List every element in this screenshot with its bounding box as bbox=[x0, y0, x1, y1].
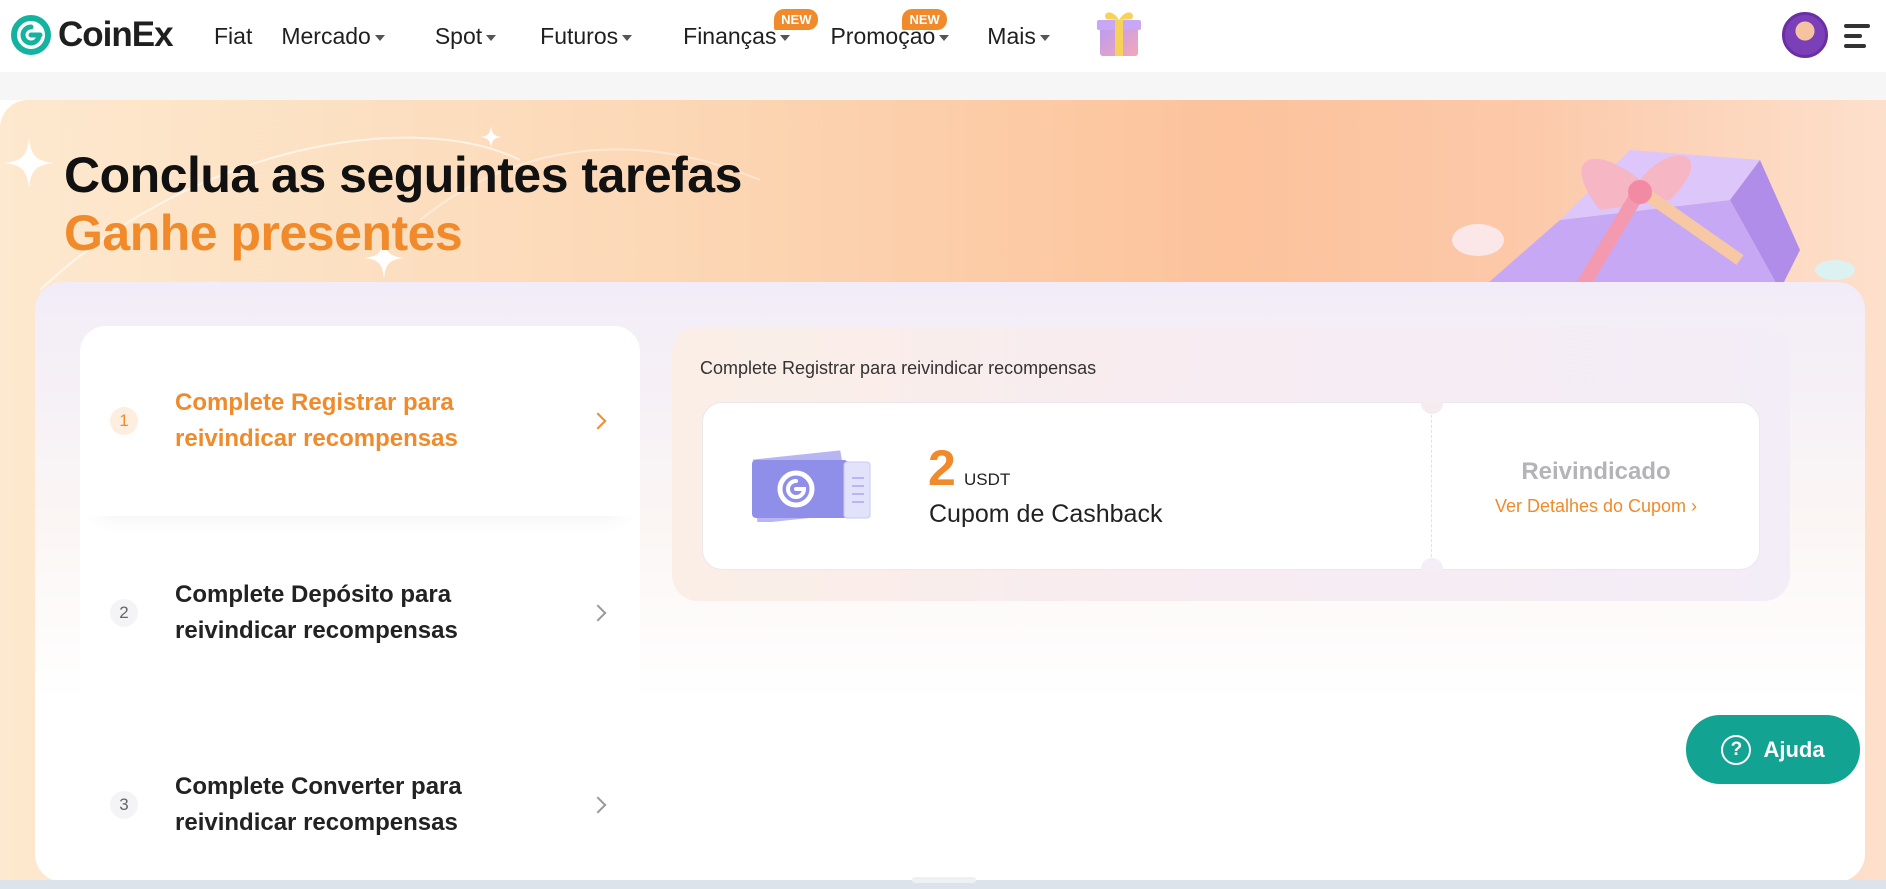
nav-label: Spot bbox=[434, 22, 483, 49]
hero-subtitle: Ganhe presentes bbox=[64, 205, 463, 261]
task-item-registrar[interactable]: 1 Complete Registrar para reivindicar re… bbox=[80, 326, 640, 516]
coupon-status: Reivindicado bbox=[1521, 458, 1671, 485]
gift-box-illustration bbox=[1452, 150, 1855, 290]
nav-label: Fiat bbox=[214, 22, 253, 49]
main-nav: Fiat Mercado Spot Futuros Finanças NEW P… bbox=[214, 8, 1050, 54]
chevron-right-icon bbox=[589, 796, 607, 814]
gift-icon[interactable] bbox=[1092, 6, 1146, 60]
task-label: Complete Depósito para reivindicar recom… bbox=[175, 581, 458, 644]
hamburger-menu-icon[interactable] bbox=[1844, 24, 1870, 48]
coupon-divider bbox=[1431, 410, 1432, 562]
new-badge: NEW bbox=[902, 8, 947, 30]
user-avatar[interactable] bbox=[1782, 12, 1828, 58]
caret-down-icon bbox=[374, 34, 385, 41]
caret-down-icon bbox=[1039, 34, 1050, 41]
nav-mercado[interactable]: Mercado bbox=[281, 22, 385, 50]
caret-down-icon bbox=[780, 34, 791, 41]
nav-promocao[interactable]: Promoção NEW bbox=[830, 8, 950, 50]
coupon-unit: USDT bbox=[964, 470, 1011, 489]
coupon-details-link[interactable]: Ver Detalhes do Cupom › bbox=[1433, 496, 1759, 517]
question-icon: ? bbox=[1721, 734, 1752, 765]
chevron-right-icon bbox=[589, 604, 607, 622]
nav-label: Mais bbox=[987, 22, 1036, 49]
coupon-amount: 2 bbox=[928, 440, 956, 496]
scrollbar-thumb[interactable] bbox=[912, 877, 976, 883]
sparkle-icon bbox=[480, 126, 502, 148]
nav-futuros[interactable]: Futuros bbox=[540, 22, 633, 50]
nav-spot[interactable]: Spot bbox=[434, 22, 497, 50]
hero-title: Conclua as seguintes tarefas bbox=[64, 147, 742, 203]
coupon-name: Cupom de Cashback bbox=[929, 500, 1163, 528]
coupon-ticket-icon bbox=[752, 450, 871, 522]
brand-name: CoinEx bbox=[58, 15, 174, 54]
task-label: Complete Registrar para reivindicar reco… bbox=[175, 389, 458, 452]
reward-detail-heading: Complete Registrar para reivindicar reco… bbox=[700, 358, 1097, 378]
caret-down-icon bbox=[939, 34, 950, 41]
task-item-converter[interactable]: 3 Complete Converter para reivindicar re… bbox=[80, 710, 640, 889]
task-number: 3 bbox=[110, 791, 138, 819]
nav-label: Futuros bbox=[540, 22, 619, 49]
nav-label: Finanças bbox=[683, 22, 777, 49]
sparkle-icon bbox=[4, 138, 54, 188]
help-button[interactable]: ? Ajuda bbox=[1686, 715, 1860, 784]
new-badge: NEW bbox=[774, 8, 819, 30]
task-list: 1 Complete Registrar para reivindicar re… bbox=[80, 326, 640, 889]
help-label: Ajuda bbox=[1763, 736, 1825, 762]
nav-fiat[interactable]: Fiat bbox=[214, 23, 252, 50]
task-number: 1 bbox=[110, 407, 138, 435]
caret-down-icon bbox=[486, 34, 497, 41]
header-spacer bbox=[0, 72, 1886, 100]
nav-mais[interactable]: Mais bbox=[987, 23, 1050, 50]
task-label: Complete Converter para reivindicar reco… bbox=[175, 773, 462, 836]
nav-label: Mercado bbox=[281, 22, 371, 49]
top-navbar: CoinEx Fiat Mercado Spot Futuros Finança… bbox=[0, 0, 1886, 72]
task-item-deposito[interactable]: 2 Complete Depósito para reivindicar rec… bbox=[80, 518, 640, 708]
task-number: 2 bbox=[110, 599, 138, 627]
chevron-right-icon bbox=[589, 412, 607, 430]
nav-financas[interactable]: Finanças NEW bbox=[683, 8, 819, 50]
caret-down-icon bbox=[622, 34, 633, 41]
coinex-logo[interactable]: CoinEx bbox=[10, 14, 174, 56]
coinex-logo-icon bbox=[11, 15, 51, 55]
